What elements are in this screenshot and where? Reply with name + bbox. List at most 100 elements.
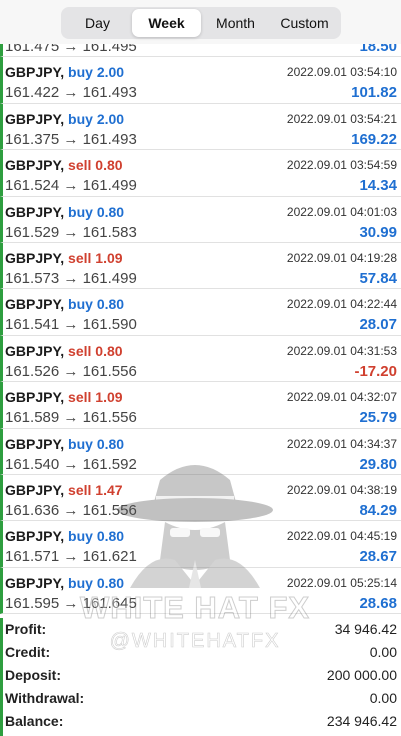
deal-time: 2022.09.01 04:31:53 (286, 343, 397, 358)
tab-week[interactable]: Week (132, 9, 201, 37)
deal-profit: 30.99 (359, 223, 397, 241)
deal-row[interactable]: GBPJPY, buy 0.80 2022.09.01 04:01:03 161.5… (0, 196, 401, 243)
deal-symbol: GBPJPY, (5, 389, 65, 406)
deal-prices: 161.524 → 161.499 (5, 177, 137, 194)
deal-prices: 161.573 → 161.499 (5, 270, 137, 287)
tab-day[interactable]: Day (63, 9, 132, 37)
deal-prices: 161.422 → 161.493 (5, 84, 137, 101)
arrow-right-icon: → (63, 269, 79, 287)
deal-row[interactable]: GBPJPY, buy 0.80 2022.09.01 04:45:19 161.5… (0, 521, 401, 568)
deal-symbol: GBPJPY, (5, 249, 65, 266)
deal-title: GBPJPY, buy 0.80 (5, 296, 124, 312)
deal-type: buy (68, 64, 93, 81)
deal-open-price: 161.529 (5, 223, 60, 241)
deal-close-price: 161.493 (82, 84, 137, 102)
deal-symbol: GBPJPY, (5, 528, 65, 545)
summary-deposit-row: Deposit: 200 000.00 (3, 664, 401, 687)
deal-time: 2022.09.01 04:32:07 (286, 390, 397, 405)
deals-list[interactable]: 161.475 → 161.495 18.50 GBPJPY, buy 2.00… (0, 44, 401, 618)
deal-time: 2022.09.01 04:19:28 (286, 250, 397, 265)
deal-row[interactable]: GBPJPY, buy 0.80 2022.09.01 05:25:14 161.5… (0, 567, 401, 615)
deal-prices: 161.540 → 161.592 (5, 456, 137, 473)
deal-type: buy (68, 435, 93, 452)
summary-balance-row: Balance: 234 946.42 (3, 710, 401, 733)
deal-type: sell (68, 481, 92, 498)
deal-title: GBPJPY, sell 0.80 (5, 343, 123, 359)
account-summary: Profit: 34 946.42 Credit: 0.00 Deposit: … (0, 618, 401, 736)
deal-symbol: GBPJPY, (5, 296, 65, 313)
withdrawal-value: 0.00 (369, 690, 397, 706)
deal-prices: 161.571 → 161.621 (5, 548, 137, 565)
arrow-right-icon: → (63, 362, 79, 380)
deal-volume: 0.80 (96, 574, 125, 591)
deal-profit: 28.68 (359, 594, 397, 612)
deal-close-price: 161.556 (82, 409, 137, 427)
deal-title: GBPJPY, sell 1.47 (5, 482, 123, 498)
deal-title: GBPJPY, buy 0.80 (5, 436, 124, 452)
summary-withdrawal-row: Withdrawal: 0.00 (3, 687, 401, 710)
deal-row[interactable]: GBPJPY, sell 0.80 2022.09.01 04:31:53 161.… (0, 335, 401, 383)
deal-prices: 161.375 → 161.493 (5, 131, 137, 148)
deal-close-price: 161.493 (82, 130, 137, 148)
deal-row[interactable]: GBPJPY, buy 2.00 2022.09.01 03:54:21 161.3… (0, 103, 401, 151)
deal-row[interactable]: GBPJPY, sell 1.09 2022.09.01 04:32:07 161.… (0, 382, 401, 429)
deal-prices: 161.589 → 161.556 (5, 409, 137, 426)
summary-credit-row: Credit: 0.00 (3, 641, 401, 664)
arrow-right-icon: → (63, 84, 79, 102)
deal-time: 2022.09.01 04:01:03 (286, 204, 397, 219)
deal-symbol: GBPJPY, (5, 342, 65, 359)
deposit-value: 200 000.00 (326, 667, 397, 683)
deal-volume: 0.80 (95, 157, 123, 174)
deal-type: buy (68, 110, 93, 127)
tab-custom[interactable]: Custom (270, 9, 339, 37)
deal-type: sell (68, 157, 92, 174)
deal-volume: 1.47 (95, 481, 123, 498)
deal-title: GBPJPY, buy 2.00 (5, 111, 124, 127)
deal-row[interactable]: GBPJPY, sell 1.47 2022.09.01 04:38:19 161.… (0, 474, 401, 522)
balance-value: 234 946.42 (326, 713, 397, 729)
deal-volume: 1.09 (95, 249, 123, 266)
deal-time: 2022.09.01 04:22:44 (286, 297, 397, 312)
deal-open-price: 161.375 (5, 130, 60, 148)
deal-title: GBPJPY, buy 2.00 (5, 64, 124, 80)
deal-close-price: 161.499 (82, 177, 137, 195)
deal-close-price: 161.583 (82, 223, 137, 241)
arrow-right-icon: → (63, 223, 79, 241)
deal-open-price: 161.636 (5, 501, 60, 519)
deal-symbol: GBPJPY, (5, 110, 65, 127)
deal-row[interactable]: GBPJPY, buy 0.80 2022.09.01 04:22:44 161.5… (0, 289, 401, 336)
deal-time: 2022.09.01 04:45:19 (286, 529, 397, 544)
deal-time: 2022.09.01 03:54:10 (286, 65, 397, 80)
deal-row[interactable]: GBPJPY, sell 0.80 2022.09.01 03:54:59 161.… (0, 150, 401, 197)
deal-row[interactable]: GBPJPY, buy 0.80 2022.09.01 04:34:37 161.5… (0, 428, 401, 475)
deal-open-price: 161.540 (5, 455, 60, 473)
deal-type: sell (68, 342, 92, 359)
deal-open-price: 161.573 (5, 269, 60, 287)
deal-title: GBPJPY, buy 0.80 (5, 575, 124, 591)
deal-row[interactable]: GBPJPY, sell 1.09 2022.09.01 04:19:28 161.… (0, 242, 401, 290)
deal-row[interactable]: GBPJPY, buy 2.00 2022.09.01 03:54:10 161.4… (0, 57, 401, 104)
deal-volume: 0.80 (96, 203, 125, 220)
arrow-right-icon: → (63, 455, 79, 473)
deal-row-partial[interactable]: 161.475 → 161.495 18.50 (0, 44, 401, 58)
deal-prices: 161.475 → 161.495 (5, 44, 137, 55)
deal-prices: 161.636 → 161.556 (5, 502, 137, 519)
deal-title: GBPJPY, sell 0.80 (5, 157, 123, 173)
withdrawal-label: Withdrawal: (5, 690, 85, 706)
arrow-right-icon: → (63, 177, 79, 195)
deal-close-price: 161.592 (82, 455, 137, 473)
deal-open-price: 161.526 (5, 362, 60, 380)
deal-symbol: GBPJPY, (5, 157, 65, 174)
arrow-right-icon: → (63, 130, 79, 148)
deal-volume: 1.09 (95, 389, 123, 406)
deal-prices: 161.526 → 161.556 (5, 363, 137, 380)
deal-time: 2022.09.01 04:34:37 (286, 436, 397, 451)
arrow-right-icon: → (63, 548, 79, 566)
tab-month[interactable]: Month (201, 9, 270, 37)
balance-label: Balance: (5, 713, 64, 729)
deal-profit: -17.20 (354, 362, 397, 380)
deal-symbol: GBPJPY, (5, 203, 65, 220)
deal-open-price: 161.524 (5, 177, 60, 195)
deal-open-price: 161.589 (5, 409, 60, 427)
deal-type: sell (68, 249, 92, 266)
